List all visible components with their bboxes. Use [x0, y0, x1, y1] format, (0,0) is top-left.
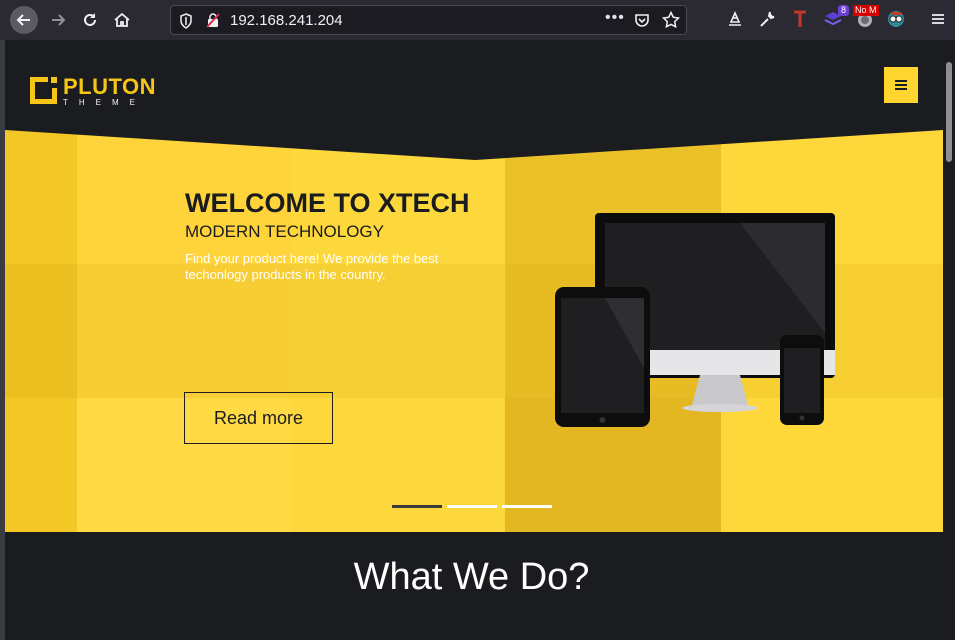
noscript-badge: No M [853, 5, 879, 16]
read-more-button[interactable]: Read more [184, 392, 333, 444]
insecure-lock-icon[interactable] [205, 12, 221, 28]
page-actions-icon[interactable]: ••• [605, 9, 625, 27]
logo-title: PLUTON [63, 74, 157, 99]
back-button[interactable] [10, 6, 38, 34]
browser-toolbar: 192.168.241.204 ••• 8 No M [0, 0, 955, 40]
hamburger-menu-icon[interactable] [928, 9, 948, 29]
scroll-thumb[interactable] [946, 62, 952, 162]
hamburger-icon [895, 80, 907, 90]
page-scrollbar[interactable] [943, 58, 955, 640]
site-logo[interactable]: PLUTON THEME [30, 74, 157, 108]
glasses-avatar-icon[interactable] [886, 9, 906, 29]
slider-dot-2[interactable] [447, 505, 497, 508]
hero-slider: WELCOME TO XTECH MODERN TECHNOLOGY Find … [5, 130, 943, 532]
home-icon [114, 12, 130, 27]
logo-mark-icon [30, 77, 57, 104]
noscript-icon[interactable]: No M [853, 5, 879, 29]
url-text[interactable]: 192.168.241.204 [230, 12, 343, 29]
slider-pagination [392, 505, 552, 508]
reload-button[interactable] [76, 6, 104, 34]
arrow-left-icon [16, 14, 30, 26]
shield-icon[interactable] [179, 13, 193, 29]
hero-description: Find your product here! We provide the b… [185, 251, 439, 282]
forward-button[interactable] [44, 6, 72, 34]
layers-extension-icon[interactable]: 8 [823, 5, 849, 29]
page-viewport: PLUTON THEME WELCOME TO XTECH MODERN TEC… [0, 40, 955, 640]
home-button[interactable] [108, 6, 136, 34]
hero-top-edge [5, 130, 943, 160]
extension-badge: 8 [837, 5, 849, 16]
devices-image [555, 213, 835, 427]
reload-icon [84, 13, 96, 26]
section-heading: What We Do? [353, 556, 590, 598]
hero-subtitle: MODERN TECHNOLOGY [185, 222, 384, 241]
t-extension-icon[interactable] [790, 9, 810, 29]
pocket-icon[interactable] [634, 12, 650, 28]
container-icon[interactable] [725, 9, 745, 29]
slider-dot-1[interactable] [392, 505, 442, 508]
bookmark-star-icon[interactable] [662, 11, 680, 29]
logo-subtitle: THEME [63, 98, 146, 107]
wrench-icon[interactable] [757, 9, 777, 29]
hero-title: WELCOME TO XTECH [185, 188, 470, 218]
arrow-right-icon [52, 14, 66, 26]
slider-dot-3[interactable] [502, 505, 552, 508]
site-menu-button[interactable] [884, 67, 918, 103]
url-bar[interactable]: 192.168.241.204 ••• [170, 5, 687, 35]
